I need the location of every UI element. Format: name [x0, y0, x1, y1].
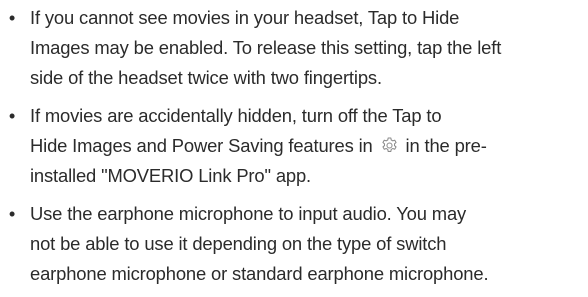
notes-list: • If you cannot see movies in your heads… — [0, 3, 588, 297]
note-text: Hide Images and Power Saving features in — [30, 135, 373, 156]
note-line: side of the headset twice with two finge… — [30, 67, 382, 88]
note-tap-to-hide: • If you cannot see movies in your heads… — [0, 3, 588, 93]
note-line: not be able to use it depending on the t… — [30, 233, 447, 254]
bullet: • — [8, 7, 16, 28]
note-line: Hide Images and Power Saving features in… — [30, 131, 588, 161]
gear-icon — [381, 137, 397, 152]
note-line: Images may be enabled. To release this s… — [30, 37, 502, 58]
note-earphone-microphone: • Use the earphone microphone to input a… — [0, 199, 588, 289]
note-line: Use the earphone microphone to input aud… — [30, 203, 467, 224]
note-line: If you cannot see movies in your headset… — [30, 7, 460, 28]
bullet: • — [8, 203, 16, 224]
note-line: installed "MOVERIO Link Pro" app. — [30, 165, 312, 186]
note-hidden-movies: • If movies are accidentally hidden, tur… — [0, 101, 588, 191]
bullet: • — [8, 105, 16, 126]
note-line: earphone microphone or standard earphone… — [30, 263, 489, 284]
note-text: in the pre- — [405, 135, 487, 156]
note-line: If movies are accidentally hidden, turn … — [30, 105, 442, 126]
